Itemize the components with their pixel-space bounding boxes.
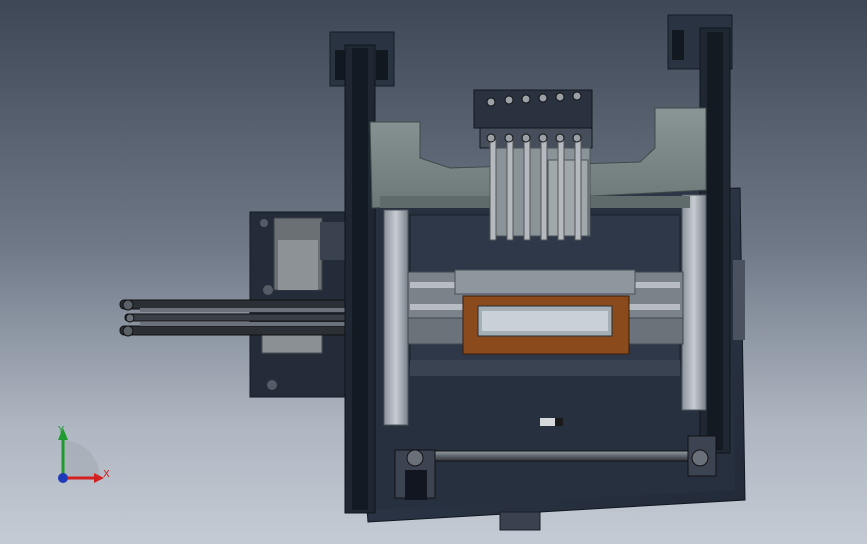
cad-viewport[interactable]: X Y bbox=[0, 0, 867, 544]
copper-tray bbox=[462, 295, 630, 355]
cad-model-svg bbox=[58, 14, 746, 531]
x-axis-label: X bbox=[103, 469, 110, 480]
axis-triad bbox=[58, 428, 104, 483]
left-conveyor-belts bbox=[119, 299, 356, 337]
nozzle-head bbox=[473, 89, 593, 241]
y-axis-label: Y bbox=[58, 425, 65, 436]
z-axis-dot bbox=[58, 473, 68, 483]
